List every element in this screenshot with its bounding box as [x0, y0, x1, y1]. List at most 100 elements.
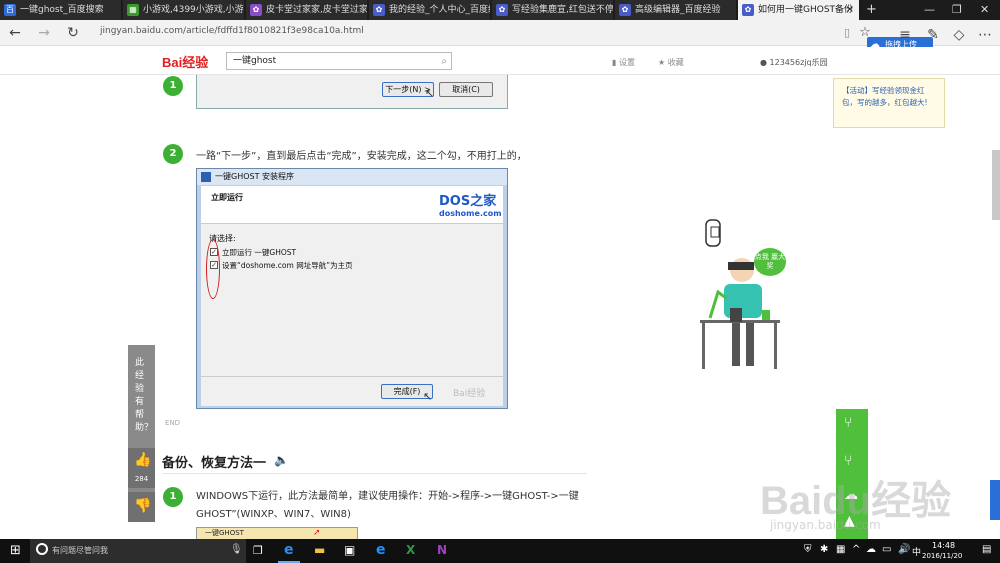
cursor-icon: ↖: [423, 390, 433, 403]
option-run-now: 立即运行 一键GHOST: [222, 248, 297, 257]
file-explorer-icon[interactable]: ▬: [314, 543, 325, 557]
paw-icon: ✿: [496, 4, 508, 16]
search-icon[interactable]: ⌕: [441, 54, 447, 70]
scrollbar-thumb[interactable]: [992, 150, 1000, 220]
game-icon: ▦: [127, 4, 139, 16]
maximize-icon[interactable]: ❐: [952, 0, 962, 20]
step1-screenshot: 下一步(N) > 取消(C) ↖: [196, 75, 508, 109]
image-watermark: Bai经验: [453, 389, 486, 399]
helpful-vote-bar: 此经验有帮助？ 👍 284 👎: [128, 345, 155, 522]
tab-write-experience[interactable]: ✿ 写经验集鹿宣,红包送不停: [492, 0, 614, 20]
dialog-header: 立即运行 DOS之家 doshome.com: [201, 186, 503, 224]
share-tree-icon[interactable]: ⑂: [844, 453, 852, 469]
cortana-placeholder: 有问题尽管问我: [52, 546, 108, 555]
tray-chevron-icon[interactable]: ^: [852, 544, 860, 555]
battery-icon[interactable]: ▭: [882, 544, 891, 555]
installer-dialog-screenshot: 一键GHOST 安装程序 立即运行 DOS之家 doshome.com 请选择:…: [196, 168, 508, 409]
step3-screenshot: 一键GHOST ➚: [196, 527, 358, 539]
onenote-icon[interactable]: N: [437, 543, 447, 557]
baidu-icon: 百: [4, 4, 16, 16]
cortana-search-box[interactable]: 有问题尽管问我 🎙: [30, 539, 246, 563]
ime-indicator[interactable]: 中: [912, 545, 921, 558]
note-icon[interactable]: ✎: [924, 26, 942, 44]
volume-icon[interactable]: 🔊: [898, 544, 910, 555]
illustration-person-vr: [700, 219, 780, 369]
dialog-body: 立即运行 DOS之家 doshome.com 请选择: ✓ 立即运行 一键GHO…: [201, 186, 503, 406]
hub-icon[interactable]: ≡: [896, 26, 914, 44]
section-title: 备份、恢复方法一: [162, 456, 267, 471]
search-input[interactable]: 一键ghost ⌕: [226, 52, 452, 70]
favorites-link[interactable]: ★ 收藏: [658, 57, 684, 68]
dialog-titlebar: 一键GHOST 安装程序: [197, 169, 507, 185]
step-number: 1: [163, 76, 183, 96]
reading-view-icon[interactable]: ▯: [838, 24, 856, 42]
clock-time[interactable]: 14:48: [932, 541, 955, 550]
user-link[interactable]: ● 123456zjq乐园: [760, 57, 828, 68]
ie-icon[interactable]: e: [376, 542, 386, 558]
network-icon[interactable]: ▦: [836, 544, 845, 555]
excel-icon[interactable]: X: [406, 543, 415, 557]
red-annotation-circle: [206, 239, 220, 299]
like-button[interactable]: 👍 284: [128, 448, 155, 488]
bluetooth-icon[interactable]: ✱: [820, 544, 828, 555]
close-window-icon[interactable]: ✕: [980, 0, 989, 20]
paw-icon: ✿: [742, 4, 754, 16]
minimize-icon[interactable]: —: [924, 0, 935, 20]
helpful-question: 此经验有帮助？: [135, 358, 154, 433]
cancel-button: 取消(C): [439, 82, 493, 97]
step2-text: 一路“下一步”，直到最后点击“完成”，安装完成，这二个勾，不用打上的，: [196, 151, 527, 162]
windows-start-icon[interactable]: ⊞: [10, 543, 21, 558]
thumbs-down-icon: 👎: [134, 498, 152, 514]
step3-text: WINDOWS下运行，此方法最简单，建议使用操作：开始->程序->一键GHOST…: [196, 491, 579, 520]
prize-bubble[interactable]: 点我 赢大奖: [754, 248, 786, 276]
speaker-icon[interactable]: 🔈: [274, 453, 289, 467]
refresh-icon[interactable]: ↻: [64, 24, 82, 42]
dos-url: doshome.com: [439, 209, 502, 218]
tab-advanced-editor[interactable]: ✿ 高级编辑器_百度经验: [615, 0, 737, 20]
browser-tab-bar: 百 一键ghost_百度搜索 ▦ 小游戏,4399小游戏,小游戏, ✿ 皮卡堂过…: [0, 0, 1000, 20]
task-view-icon[interactable]: ❐: [253, 544, 263, 557]
tab-my-experience[interactable]: ✿ 我的经验_个人中心_百度经: [369, 0, 491, 20]
edge-icon[interactable]: e: [284, 542, 294, 558]
tab-active-ghost[interactable]: ✿ 如何用一键GHOST备份 ×: [738, 0, 860, 20]
windows-taskbar: ⊞ 有问题尽管问我 🎙 ❐ e ▬ ▣ e X N ⛨ ✱ ▦ ^ ☁ ▭ 🔊 …: [0, 539, 1000, 563]
tab-4399[interactable]: ▦ 小游戏,4399小游戏,小游戏,: [123, 0, 245, 20]
back-icon[interactable]: ←: [6, 24, 24, 42]
step-number: 1: [163, 487, 183, 507]
arrow-icon: ➚: [313, 528, 321, 538]
dos-logo: DOS之家: [439, 194, 497, 209]
thumbs-up-icon: 👍: [134, 452, 152, 468]
address-bar: ← → ↻ jingyan.baidu.com/article/fdffd1f8…: [0, 20, 1000, 52]
forward-icon[interactable]: →: [35, 24, 53, 42]
baidu-jingyan-logo[interactable]: Bai经验: [162, 52, 208, 71]
share-icon[interactable]: ◇: [950, 26, 968, 44]
dialog-divider: [201, 376, 503, 377]
security-icon[interactable]: ⛨: [804, 544, 812, 555]
share-tree-icon[interactable]: ⑂: [844, 415, 852, 431]
cursor-icon: ↖: [425, 87, 435, 100]
onedrive-icon[interactable]: ☁: [866, 544, 876, 555]
promo-box[interactable]: 【活动】写经验领现金红包，写的越多，红包越大!: [833, 78, 945, 128]
paw-icon: ✿: [373, 4, 385, 16]
store-icon[interactable]: ▣: [344, 543, 355, 557]
tab-pikatang[interactable]: ✿ 皮卡堂过家家,皮卡堂过家洞: [246, 0, 368, 20]
app-icon: [201, 172, 211, 182]
end-marker: END: [165, 419, 181, 427]
watermark-url: jingyan.baidu.com: [770, 518, 881, 532]
microphone-icon[interactable]: 🎙: [230, 544, 243, 555]
cortana-icon: [36, 543, 48, 555]
more-icon[interactable]: ⋯: [976, 26, 994, 44]
action-center-icon[interactable]: ▤: [982, 544, 991, 555]
close-tab-icon[interactable]: ×: [846, 0, 854, 20]
settings-link[interactable]: ▮ 设置: [612, 57, 635, 68]
new-tab-button[interactable]: +: [866, 0, 877, 20]
clock-date[interactable]: 2016/11/20: [922, 552, 962, 560]
side-cloud-widget[interactable]: [990, 480, 1000, 520]
like-count: 284: [134, 475, 149, 483]
dislike-button[interactable]: 👎: [128, 492, 155, 522]
user-icon: ●: [760, 58, 767, 67]
tab-baidu-search[interactable]: 百 一键ghost_百度搜索: [0, 0, 122, 20]
site-header: [0, 47, 1000, 75]
option-homepage: 设置“doshome.com 网址导航”为主页: [222, 261, 353, 270]
url-field[interactable]: jingyan.baidu.com/article/fdffd1f8010821…: [100, 26, 364, 36]
